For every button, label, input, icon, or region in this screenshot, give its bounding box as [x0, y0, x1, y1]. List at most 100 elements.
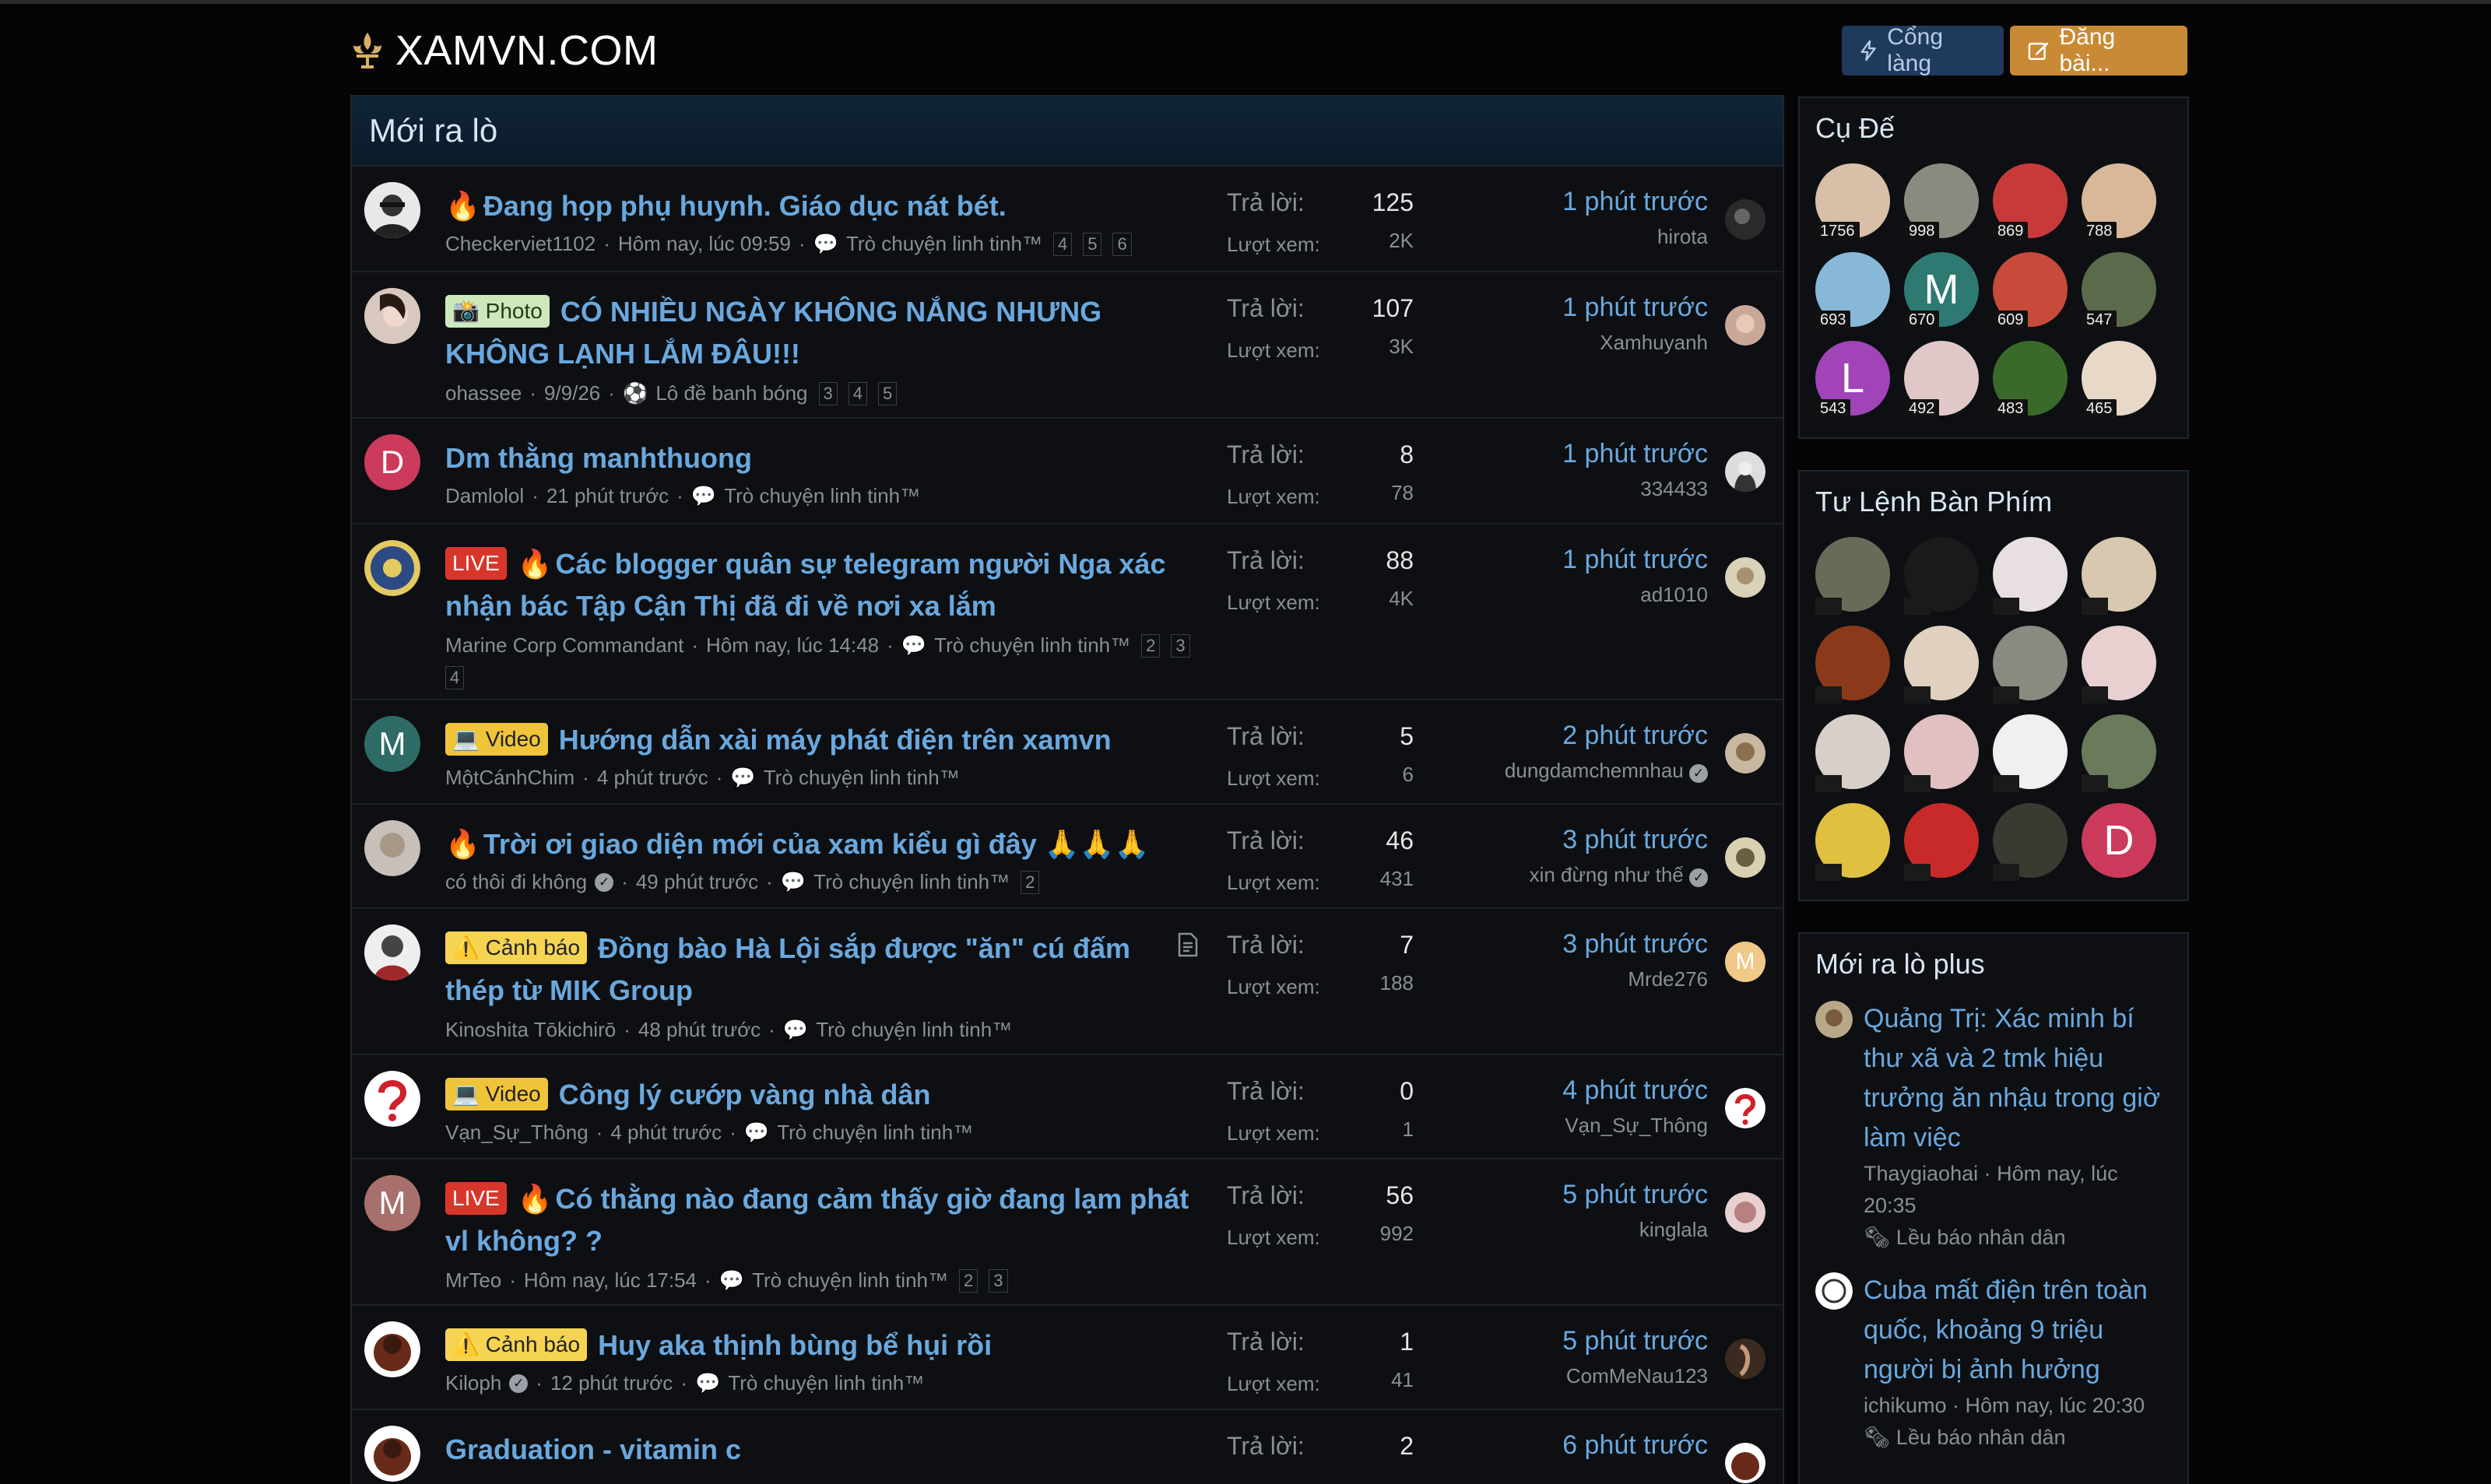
top-poster-avatar[interactable]: 547: [2082, 252, 2156, 330]
last-post[interactable]: 5 phút trước ComMeNau123: [1474, 1326, 1708, 1388]
news-item[interactable]: Cuba mất điện trên toàn quốc, khoảng 9 tr…: [1800, 1271, 2187, 1454]
thread-forum[interactable]: Trò chuyện linh tinh™: [724, 484, 920, 508]
last-post-time[interactable]: 3 phút trước: [1474, 929, 1708, 960]
last-poster-avatar[interactable]: [1725, 557, 1765, 598]
commander-avatar[interactable]: [1815, 626, 1890, 703]
commander-avatar[interactable]: D: [2082, 803, 2156, 878]
thread-row[interactable]: M LIVE 🔥 Có thằng nào đang cảm thấy giờ đ…: [352, 1159, 1783, 1306]
top-poster-avatar[interactable]: 492: [1904, 341, 1979, 419]
last-poster-avatar[interactable]: [1725, 1088, 1765, 1128]
last-post[interactable]: 5 phút trước kinglala: [1474, 1180, 1708, 1242]
thread-forum[interactable]: Trò chuyện linh tinh™: [777, 1121, 973, 1145]
last-post-user[interactable]: kinglala: [1474, 1218, 1708, 1242]
last-post[interactable]: 3 phút trước Mrde276: [1474, 929, 1708, 991]
news-author[interactable]: Thaygiaohai: [1864, 1162, 1978, 1185]
thread-row[interactable]: LIVE 🔥 Các blogger quân sự telegram người…: [352, 524, 1783, 700]
thread-forum[interactable]: Trò chuyện linh tinh™: [846, 232, 1042, 256]
page-link[interactable]: 6: [1112, 232, 1132, 256]
news-forum[interactable]: Lều báo nhân dân: [1896, 1426, 2066, 1449]
page-link[interactable]: 2: [1021, 870, 1040, 894]
last-post[interactable]: 1 phút trước Xamhuyanh: [1474, 293, 1708, 355]
last-post-user[interactable]: dungdamchemnhau: [1505, 759, 1684, 782]
thread-author[interactable]: Vạn_Sự_Thông: [445, 1121, 588, 1145]
thread-title[interactable]: Hướng dẫn xài máy phát điện trên xamvn: [559, 724, 1112, 756]
thread-title-line2[interactable]: KHÔNG LẠNH LẮM ĐÂU!!!: [445, 338, 800, 370]
commander-avatar[interactable]: [1815, 714, 1890, 792]
thread-date[interactable]: 21 phút trước: [546, 484, 669, 508]
last-post-time[interactable]: 1 phút trước: [1474, 545, 1708, 575]
commander-avatar[interactable]: [1904, 626, 1979, 703]
last-post-user[interactable]: Mrde276: [1474, 967, 1708, 991]
last-post-user[interactable]: ComMeNau123: [1474, 1364, 1708, 1388]
video-label[interactable]: 💻 Video: [445, 723, 548, 756]
thread-title-line1[interactable]: Các blogger quân sự telegram người Nga x…: [556, 548, 1166, 580]
last-post-time[interactable]: 5 phút trước: [1474, 1326, 1708, 1356]
thread-title-line2[interactable]: thép từ MIK Group: [445, 974, 693, 1006]
thread-author[interactable]: Damlolol: [445, 484, 524, 508]
thread-date[interactable]: Hôm nay, lúc 09:59: [618, 232, 791, 256]
last-post-user[interactable]: Xamhuyanh: [1474, 331, 1708, 355]
last-poster-avatar[interactable]: [1725, 1192, 1765, 1233]
page-link[interactable]: 3: [989, 1268, 1008, 1293]
thread-date[interactable]: Hôm nay, lúc 17:54: [524, 1268, 697, 1293]
news-title[interactable]: Cuba mất điện trên toàn quốc, khoảng 9 tr…: [1864, 1271, 2187, 1390]
thread-author[interactable]: Kinoshita Tōkichirō: [445, 1018, 616, 1042]
live-label[interactable]: LIVE: [445, 547, 507, 580]
thread-row[interactable]: 🔥 Trời ơi giao diện mới của xam kiểu gì đ…: [352, 805, 1783, 909]
site-logo[interactable]: XAMVN.COM: [350, 26, 659, 75]
news-forum[interactable]: Lều báo nhân dân: [1896, 1226, 2066, 1249]
last-post-time[interactable]: 1 phút trước: [1474, 439, 1708, 469]
commander-avatar[interactable]: [1904, 803, 1979, 881]
news-author[interactable]: ichikumo: [1864, 1394, 1947, 1417]
last-post[interactable]: 1 phút trước 334433: [1474, 439, 1708, 501]
warning-label[interactable]: ⚠️ Cảnh báo: [445, 1328, 588, 1361]
thread-author[interactable]: ohassee: [445, 381, 522, 405]
page-link[interactable]: 5: [1083, 232, 1102, 256]
last-post[interactable]: 6 phút trước: [1474, 1430, 1708, 1461]
thread-title-line2[interactable]: vl không? ?: [445, 1225, 603, 1257]
last-post-time[interactable]: 4 phút trước: [1474, 1075, 1708, 1106]
thread-date[interactable]: 4 phút trước: [610, 1121, 722, 1145]
video-label[interactable]: 💻 Video: [445, 1078, 548, 1110]
photo-label[interactable]: 📸 Photo: [445, 295, 550, 328]
last-post-user[interactable]: xin đừng như thế: [1530, 863, 1684, 886]
page-link[interactable]: 3: [1171, 633, 1190, 658]
commander-avatar[interactable]: [1993, 626, 2068, 703]
post-thread-button[interactable]: Đăng bài...: [2010, 24, 2187, 76]
top-poster-avatar[interactable]: 788: [2082, 163, 2156, 241]
thread-title[interactable]: Huy aka thịnh bùng bể hụi rồi: [598, 1329, 992, 1361]
last-post-time[interactable]: 2 phút trước: [1474, 721, 1708, 751]
top-poster-avatar[interactable]: 869: [1993, 163, 2068, 241]
top-poster-avatar[interactable]: 465: [2082, 341, 2156, 419]
page-link[interactable]: 4: [1052, 232, 1073, 256]
thread-row[interactable]: ⚠️ Cảnh báo Huy aka thịnh bùng bể hụi rồ…: [352, 1306, 1783, 1410]
commander-avatar[interactable]: [1904, 714, 1979, 792]
page-link[interactable]: 2: [1141, 633, 1161, 658]
thread-title[interactable]: Trời ơi giao diện mới của xam kiểu gì đâ…: [483, 828, 1149, 860]
thread-title[interactable]: Graduation - vitamin c: [445, 1433, 741, 1465]
thread-forum[interactable]: Trò chuyện linh tinh™: [816, 1018, 1012, 1042]
last-post-user[interactable]: ad1010: [1474, 583, 1708, 607]
commander-avatar[interactable]: [1815, 537, 1890, 615]
last-post[interactable]: 3 phút trước xin đừng như thế ✓: [1474, 825, 1708, 887]
last-poster-avatar[interactable]: M: [1725, 942, 1765, 982]
author-avatar[interactable]: [364, 1321, 420, 1377]
thread-date[interactable]: Hôm nay, lúc 14:48: [706, 633, 879, 658]
thread-title[interactable]: Dm thằng manhthuong: [445, 442, 752, 474]
thread-forum[interactable]: Trò chuyện linh tinh™: [934, 633, 1130, 658]
commander-avatar[interactable]: [2082, 626, 2156, 703]
author-avatar[interactable]: [364, 1426, 420, 1482]
last-post[interactable]: 4 phút trước Vạn_Sự_Thông: [1474, 1075, 1708, 1138]
thread-date[interactable]: 4 phút trước: [597, 766, 708, 790]
page-link[interactable]: 4: [445, 666, 465, 689]
author-avatar[interactable]: [364, 820, 420, 876]
thread-author[interactable]: Checkerviet1102: [445, 232, 596, 256]
last-post-time[interactable]: 6 phút trước: [1474, 1430, 1708, 1461]
last-poster-avatar[interactable]: [1725, 305, 1765, 346]
warning-label[interactable]: ⚠️ Cảnh báo: [445, 931, 588, 964]
last-poster-avatar[interactable]: [1725, 1443, 1765, 1483]
thread-author[interactable]: Kiloph: [445, 1371, 501, 1395]
thread-date[interactable]: 48 phút trước: [638, 1018, 761, 1042]
author-avatar[interactable]: D: [364, 434, 420, 490]
thread-forum[interactable]: Trò chuyện linh tinh™: [728, 1371, 924, 1395]
